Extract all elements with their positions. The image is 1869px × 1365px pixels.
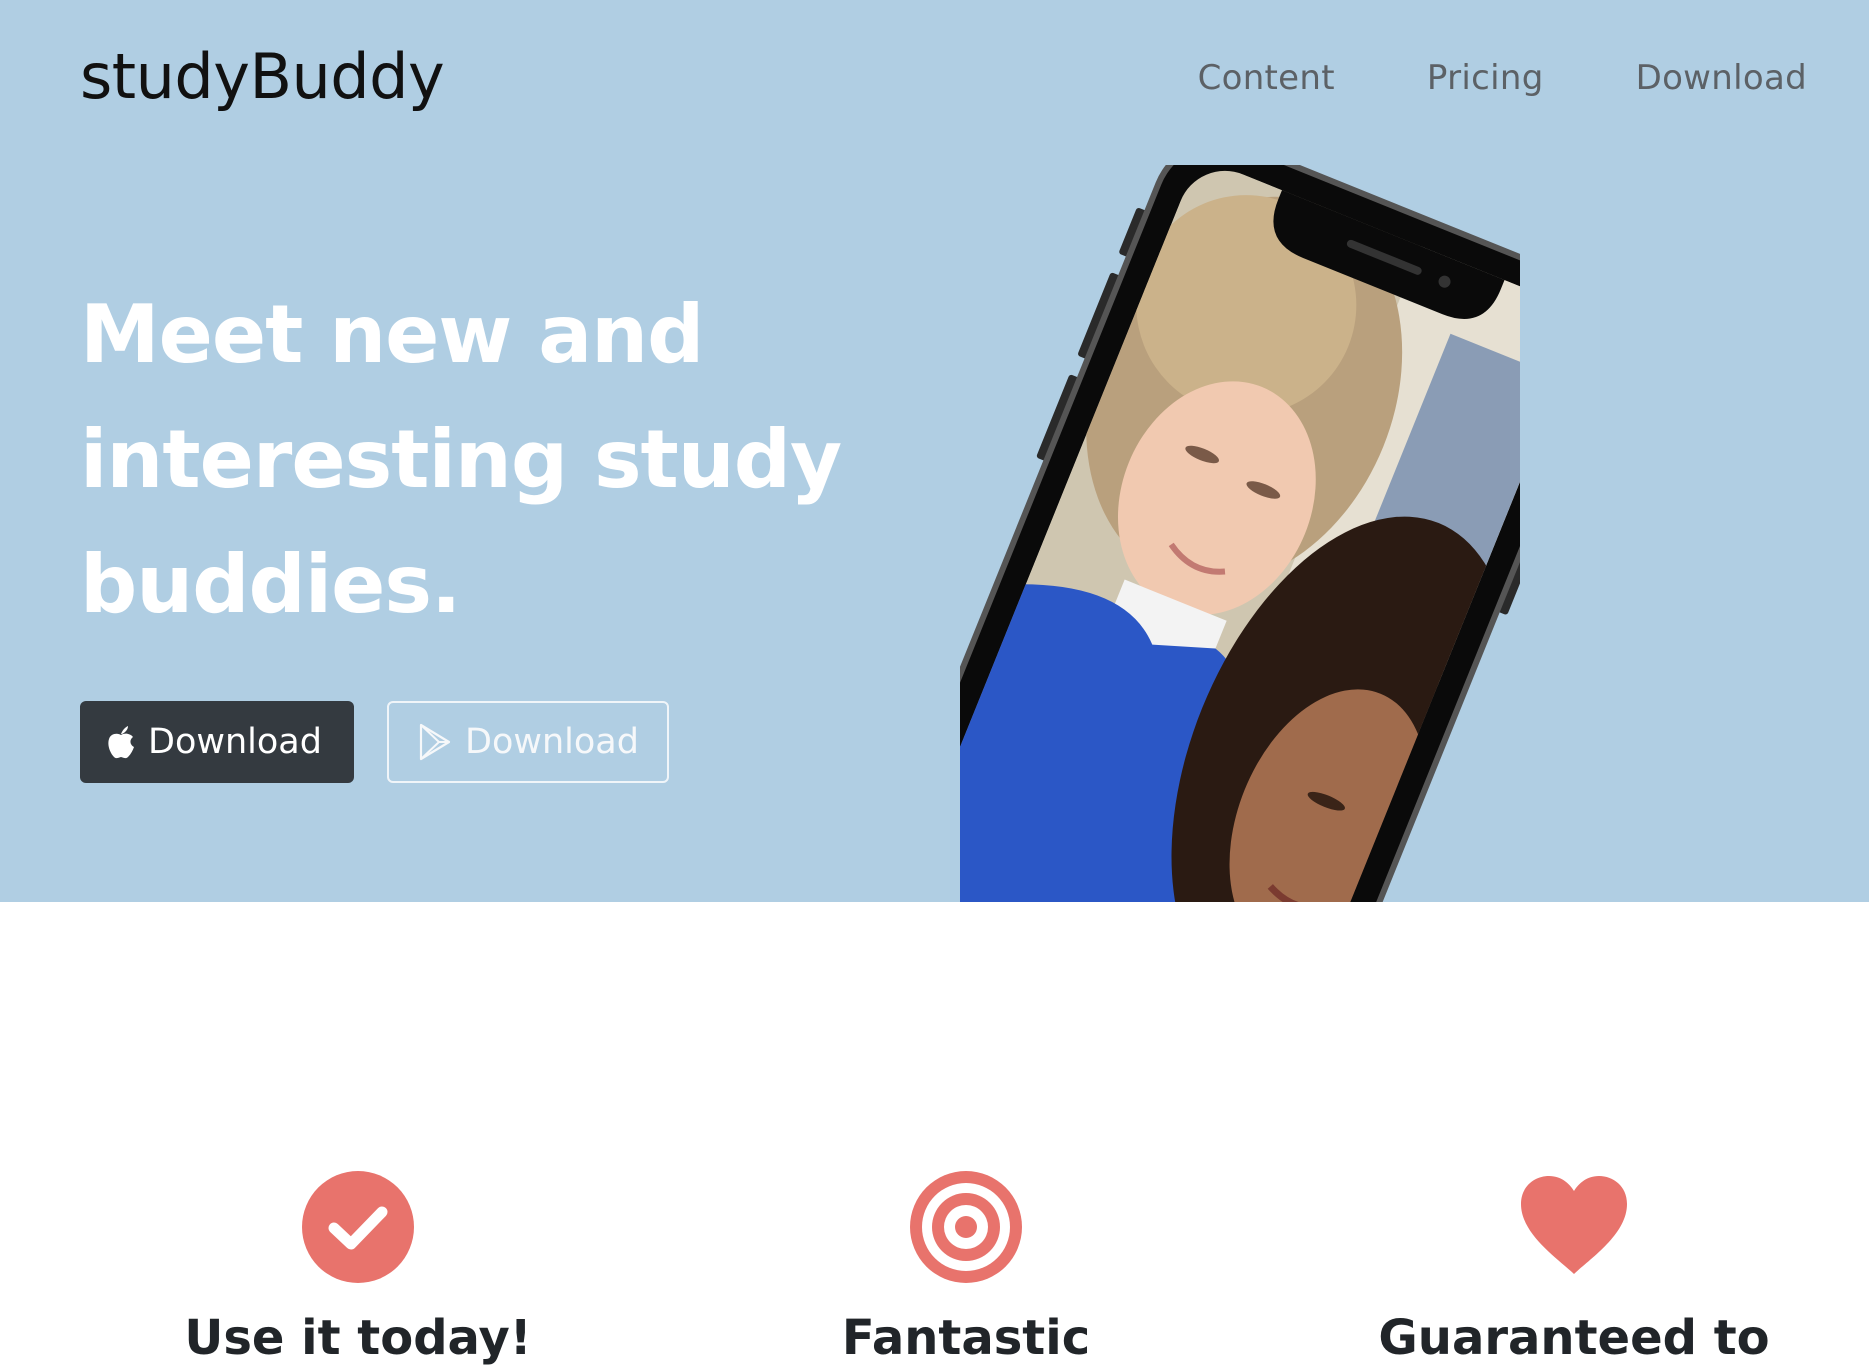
- headline-line: Meet new and: [80, 288, 704, 381]
- nav-link-pricing[interactable]: Pricing: [1427, 58, 1544, 98]
- apple-download-label: Download: [148, 722, 322, 762]
- feature-card: Guaranteed to: [1274, 1170, 1869, 1365]
- hero-headline: Meet new and interesting study buddies.: [80, 272, 880, 647]
- feature-card: Fantastic: [666, 1170, 1266, 1365]
- play-download-label: Download: [465, 722, 639, 762]
- top-nav: Content Pricing Download: [1106, 58, 1807, 98]
- google-play-icon: [419, 723, 451, 761]
- google-play-download-button[interactable]: Download: [387, 701, 669, 783]
- phone-mockup-image: [960, 165, 1520, 902]
- nav-link-content[interactable]: Content: [1198, 58, 1335, 98]
- app-store-download-button[interactable]: Download: [80, 701, 354, 783]
- hero-section: studyBuddy Content Pricing Download Meet…: [0, 0, 1869, 902]
- brand-logo[interactable]: studyBuddy: [80, 40, 445, 113]
- apple-icon: [108, 726, 134, 759]
- check-circle-icon: [302, 1171, 414, 1283]
- nav-link-download[interactable]: Download: [1636, 58, 1807, 98]
- headline-line: interesting study: [80, 413, 842, 506]
- feature-card: Use it today!: [58, 1170, 658, 1365]
- headline-line: buddies.: [80, 538, 461, 631]
- feature-title: Guaranteed to: [1378, 1310, 1770, 1365]
- heart-icon: [1521, 1176, 1627, 1274]
- features-section: Use it today! Fantastic Guaranteed to: [0, 1170, 1869, 1365]
- feature-title: Fantastic: [841, 1310, 1091, 1365]
- bullseye-icon: [910, 1171, 1022, 1283]
- feature-title: Use it today!: [184, 1310, 532, 1365]
